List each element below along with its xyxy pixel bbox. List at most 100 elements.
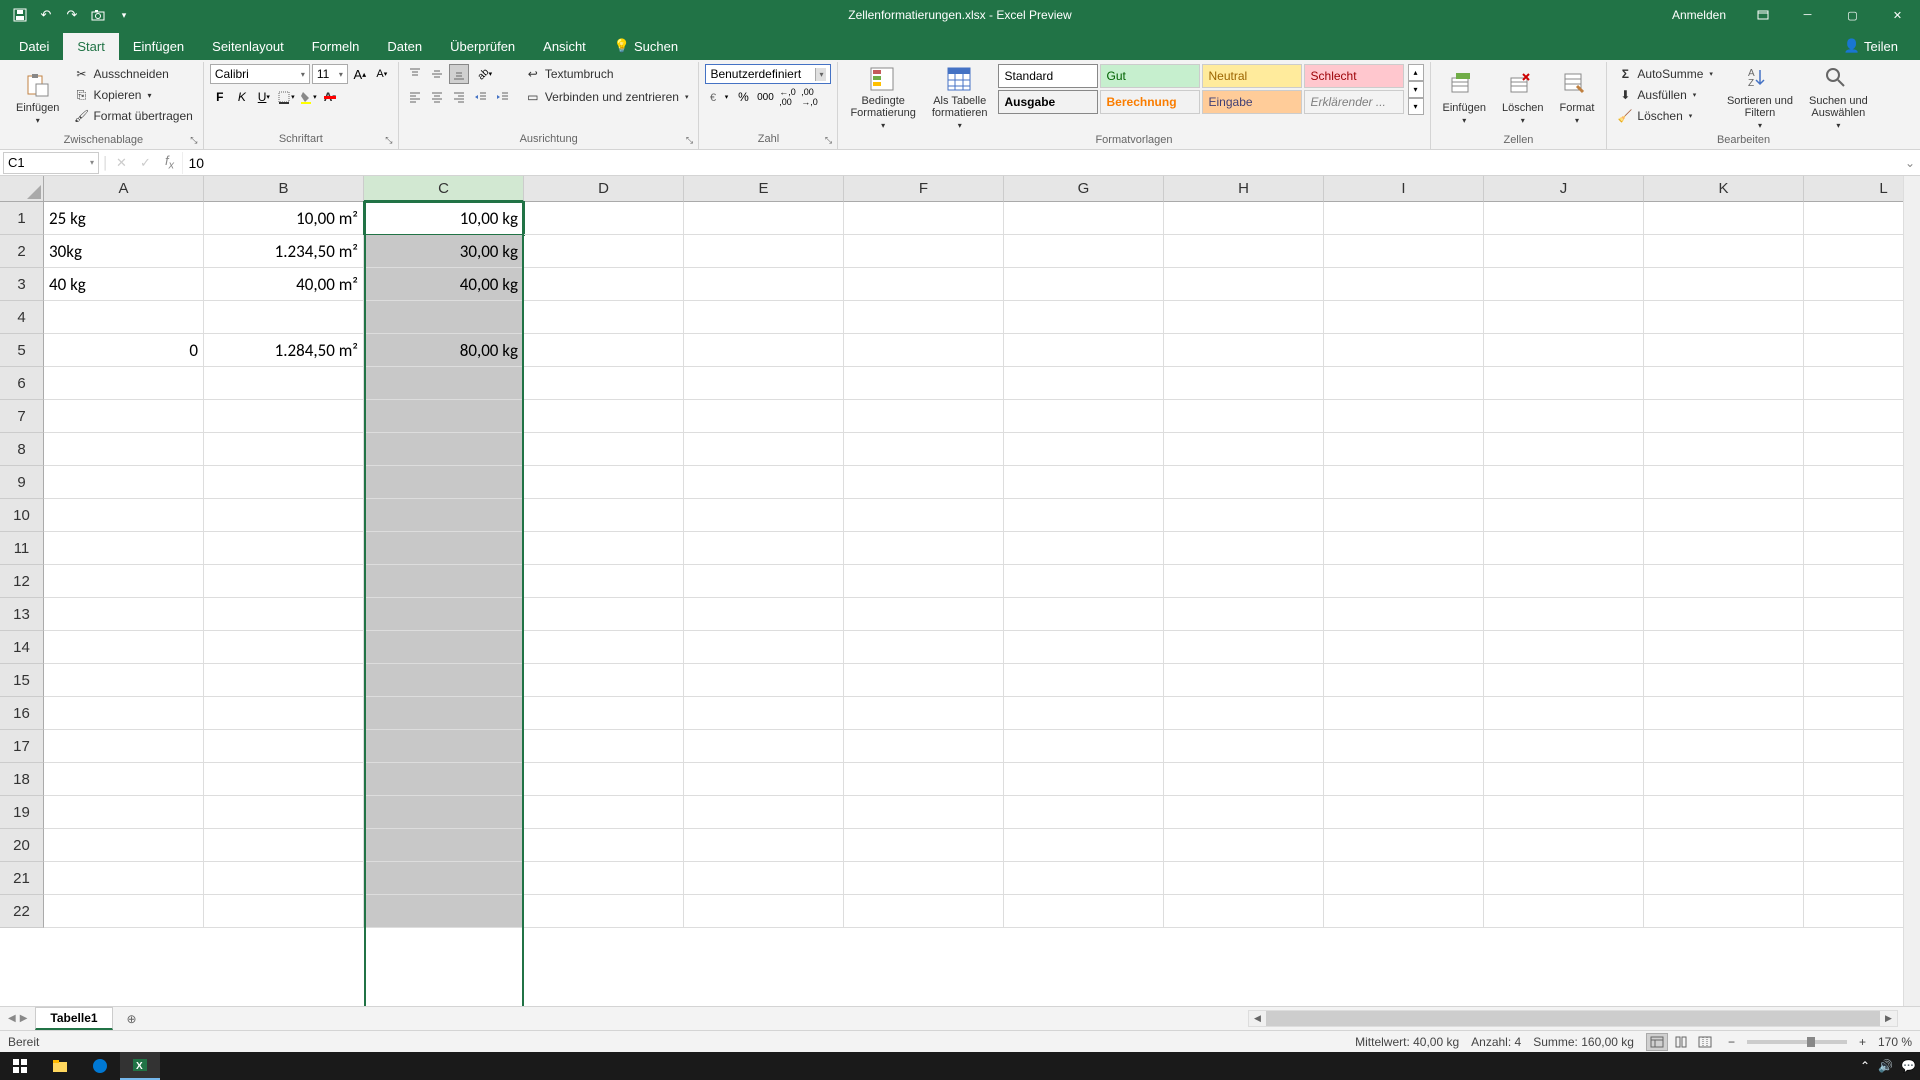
tab-daten[interactable]: Daten (373, 33, 436, 60)
increase-indent-button[interactable] (493, 87, 513, 107)
cell-F20[interactable] (844, 829, 1004, 862)
cell-D15[interactable] (524, 664, 684, 697)
comma-format-button[interactable]: 000 (755, 87, 775, 107)
gallery-down-button[interactable]: ▾ (1408, 81, 1424, 98)
style-eingabe[interactable]: Eingabe (1202, 90, 1302, 114)
redo-button[interactable]: ↷ (60, 3, 84, 27)
cell-E6[interactable] (684, 367, 844, 400)
cell-J5[interactable] (1484, 334, 1644, 367)
cell-I22[interactable] (1324, 895, 1484, 928)
cell-A4[interactable] (44, 301, 204, 334)
column-header-F[interactable]: F (844, 176, 1004, 202)
cell-D22[interactable] (524, 895, 684, 928)
cell-D20[interactable] (524, 829, 684, 862)
cell-B22[interactable] (204, 895, 364, 928)
cell-G19[interactable] (1004, 796, 1164, 829)
cell-D12[interactable] (524, 565, 684, 598)
cell-E16[interactable] (684, 697, 844, 730)
cell-A1[interactable]: 25 kg (44, 202, 204, 235)
insert-function-button[interactable]: fx (158, 153, 182, 172)
column-header-G[interactable]: G (1004, 176, 1164, 202)
cell-H14[interactable] (1164, 631, 1324, 664)
cell-F8[interactable] (844, 433, 1004, 466)
cell-E9[interactable] (684, 466, 844, 499)
cell-I18[interactable] (1324, 763, 1484, 796)
cell-I10[interactable] (1324, 499, 1484, 532)
cell-C3[interactable]: 40,00 kg (364, 268, 524, 301)
cell-F2[interactable] (844, 235, 1004, 268)
number-format-combo[interactable]: Benutzerdefiniert▾ (705, 64, 831, 84)
cell-B12[interactable] (204, 565, 364, 598)
cell-I16[interactable] (1324, 697, 1484, 730)
cell-K12[interactable] (1644, 565, 1804, 598)
cell-I1[interactable] (1324, 202, 1484, 235)
cell-C17[interactable] (364, 730, 524, 763)
cell-B5[interactable]: 1.284,50 m² (204, 334, 364, 367)
tab-seitenlayout[interactable]: Seitenlayout (198, 33, 298, 60)
cell-K11[interactable] (1644, 532, 1804, 565)
merge-center-button[interactable]: ▭Verbinden und zentrieren▾ (521, 87, 693, 107)
cell-K13[interactable] (1644, 598, 1804, 631)
cell-C14[interactable] (364, 631, 524, 664)
cell-J19[interactable] (1484, 796, 1644, 829)
cell-E5[interactable] (684, 334, 844, 367)
cell-K5[interactable] (1644, 334, 1804, 367)
cell-C11[interactable] (364, 532, 524, 565)
increase-font-button[interactable]: A▴ (350, 64, 370, 84)
cell-F21[interactable] (844, 862, 1004, 895)
cell-A9[interactable] (44, 466, 204, 499)
cell-C8[interactable] (364, 433, 524, 466)
row-header-7[interactable]: 7 (0, 400, 44, 433)
cell-C9[interactable] (364, 466, 524, 499)
cell-B14[interactable] (204, 631, 364, 664)
number-launcher[interactable]: ⤡ (821, 133, 835, 147)
excel-taskbar-button[interactable]: X (120, 1052, 160, 1080)
zoom-slider[interactable] (1747, 1040, 1847, 1044)
cell-K4[interactable] (1644, 301, 1804, 334)
cell-H13[interactable] (1164, 598, 1324, 631)
tray-chevron-icon[interactable]: ⌃ (1860, 1059, 1870, 1073)
cell-I14[interactable] (1324, 631, 1484, 664)
cell-I20[interactable] (1324, 829, 1484, 862)
name-box[interactable]: C1▾ (3, 152, 99, 174)
cell-H9[interactable] (1164, 466, 1324, 499)
cell-A21[interactable] (44, 862, 204, 895)
cell-I13[interactable] (1324, 598, 1484, 631)
font-launcher[interactable]: ⤡ (382, 133, 396, 147)
cell-G12[interactable] (1004, 565, 1164, 598)
cell-H15[interactable] (1164, 664, 1324, 697)
cell-A10[interactable] (44, 499, 204, 532)
vertical-scrollbar[interactable] (1903, 176, 1920, 1006)
column-header-J[interactable]: J (1484, 176, 1644, 202)
cell-E14[interactable] (684, 631, 844, 664)
cell-K15[interactable] (1644, 664, 1804, 697)
cancel-fx-button[interactable]: ✕ (110, 155, 134, 171)
cell-I6[interactable] (1324, 367, 1484, 400)
tab-datei[interactable]: Datei (5, 33, 63, 60)
conditional-formatting-button[interactable]: Bedingte Formatierung▾ (844, 64, 921, 132)
cell-J21[interactable] (1484, 862, 1644, 895)
cell-K21[interactable] (1644, 862, 1804, 895)
row-header-1[interactable]: 1 (0, 202, 44, 235)
cell-G13[interactable] (1004, 598, 1164, 631)
tray-notifications-icon[interactable]: 💬 (1901, 1059, 1916, 1073)
cell-F18[interactable] (844, 763, 1004, 796)
row-header-20[interactable]: 20 (0, 829, 44, 862)
cell-F1[interactable] (844, 202, 1004, 235)
cell-J3[interactable] (1484, 268, 1644, 301)
qat-customize[interactable]: ▾ (112, 3, 136, 27)
cell-E12[interactable] (684, 565, 844, 598)
cell-B3[interactable]: 40,00 m² (204, 268, 364, 301)
cell-J13[interactable] (1484, 598, 1644, 631)
row-header-5[interactable]: 5 (0, 334, 44, 367)
cell-E10[interactable] (684, 499, 844, 532)
cell-B1[interactable]: 10,00 m² (204, 202, 364, 235)
cell-G17[interactable] (1004, 730, 1164, 763)
cell-D18[interactable] (524, 763, 684, 796)
cell-D9[interactable] (524, 466, 684, 499)
format-as-table-button[interactable]: Als Tabelle formatieren▾ (926, 64, 994, 132)
decrease-font-button[interactable]: A▾ (372, 64, 392, 84)
cell-G4[interactable] (1004, 301, 1164, 334)
cell-G21[interactable] (1004, 862, 1164, 895)
row-header-17[interactable]: 17 (0, 730, 44, 763)
